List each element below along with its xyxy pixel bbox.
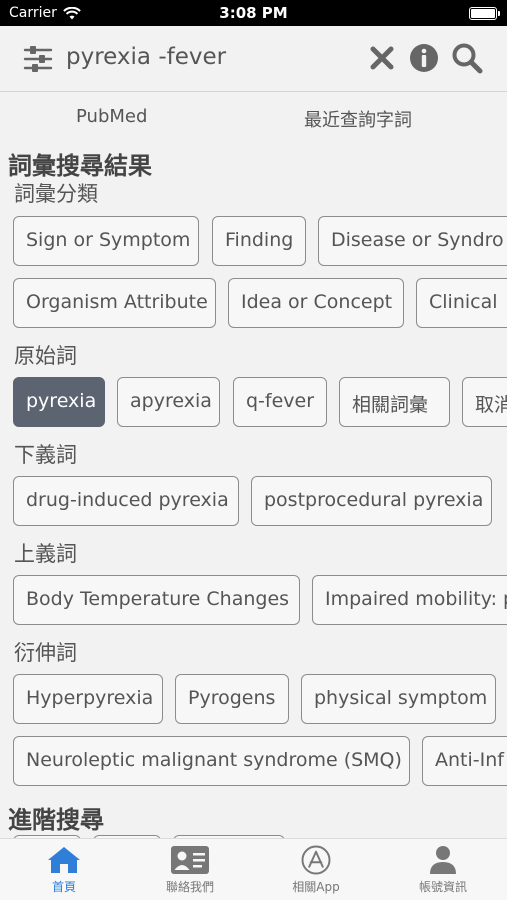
chip-derived-term[interactable]: physical symptom <box>301 674 496 724</box>
group-title-hyponyms: 下義詞 <box>14 443 77 467</box>
tab-account-info-label: 帳號資訊 <box>418 880 467 894</box>
group-title-derived-terms: 衍伸詞 <box>14 641 77 665</box>
chip-hyponym[interactable]: postprocedural pyrexia <box>251 476 492 526</box>
tab-home[interactable]: 首頁 <box>14 845 114 895</box>
results-title: 詞彙搜尋結果 <box>8 152 152 180</box>
chip-derived-term[interactable]: Neuroleptic malignant syndrome (SMQ) <box>13 736 410 786</box>
results-content: 詞彙搜尋結果 詞彙分類 Sign or Symptom Finding Dise… <box>0 140 507 838</box>
clock: 3:08 PM <box>219 4 288 22</box>
tab-contact-us[interactable]: 聯絡我們 <box>140 845 240 895</box>
group-title-categories: 詞彙分類 <box>14 182 98 206</box>
battery-icon <box>469 7 500 20</box>
chip-category[interactable]: Clinical <box>416 278 507 328</box>
tab-contact-us-label: 聯絡我們 <box>165 880 214 894</box>
advanced-search-title: 進階搜尋 <box>8 806 104 834</box>
search-input[interactable]: pyrexia -fever <box>66 44 226 70</box>
chip-hyponym[interactable]: drug-induced pyrexia <box>13 476 239 526</box>
tab-related-apps-label: 相關App <box>292 880 340 894</box>
tab-related-apps[interactable]: 相關App <box>266 845 366 895</box>
chip-category[interactable]: Idea or Concept <box>228 278 404 328</box>
chip-category[interactable]: Finding <box>212 216 306 266</box>
chip-category[interactable]: Organism Attribute <box>13 278 216 328</box>
app-store-icon <box>301 845 331 875</box>
chip-hypernym[interactable]: Impaired mobility: p <box>312 575 507 625</box>
status-bar: Carrier 3:08 PM <box>0 0 507 26</box>
group-title-hypernyms: 上義詞 <box>14 542 77 566</box>
chip-hypernym[interactable]: Body Temperature Changes <box>13 575 300 625</box>
tab-account-info[interactable]: 帳號資訊 <box>393 845 493 895</box>
result-tabs: PubMed 最近查詢字詞 <box>0 98 507 138</box>
chip-original-term[interactable]: q-fever <box>233 377 327 427</box>
clear-icon[interactable] <box>366 42 398 74</box>
chip-derived-term[interactable]: Pyrogens <box>175 674 289 724</box>
chip-derived-term[interactable]: Anti-Inf <box>422 736 507 786</box>
search-icon[interactable] <box>451 42 483 74</box>
chip-original-term-selected[interactable]: pyrexia <box>13 377 105 427</box>
info-icon[interactable] <box>408 42 440 74</box>
chip-related-terms[interactable]: 相關詞彙 <box>339 377 450 427</box>
chip-category[interactable]: Disease or Syndro <box>318 216 507 266</box>
group-title-original-terms: 原始詞 <box>14 344 77 368</box>
contact-card-icon <box>171 846 209 874</box>
filter-sliders-icon[interactable] <box>22 43 54 75</box>
search-bar: pyrexia -fever <box>0 26 507 92</box>
chip-derived-term[interactable]: Hyperpyrexia <box>13 674 163 724</box>
tab-home-label: 首頁 <box>51 880 76 894</box>
chip-original-term[interactable]: apyrexia <box>117 377 220 427</box>
bottom-tab-bar: 首頁 聯絡我們 相關App 帳號資訊 <box>0 838 507 900</box>
tab-recent-queries[interactable]: 最近查詢字詞 <box>304 106 412 132</box>
chip-category[interactable]: Sign or Symptom <box>13 216 199 266</box>
tab-pubmed[interactable]: PubMed <box>76 106 147 127</box>
account-icon <box>430 846 456 874</box>
home-icon <box>48 847 80 873</box>
chip-cancel[interactable]: 取消 <box>462 377 507 427</box>
